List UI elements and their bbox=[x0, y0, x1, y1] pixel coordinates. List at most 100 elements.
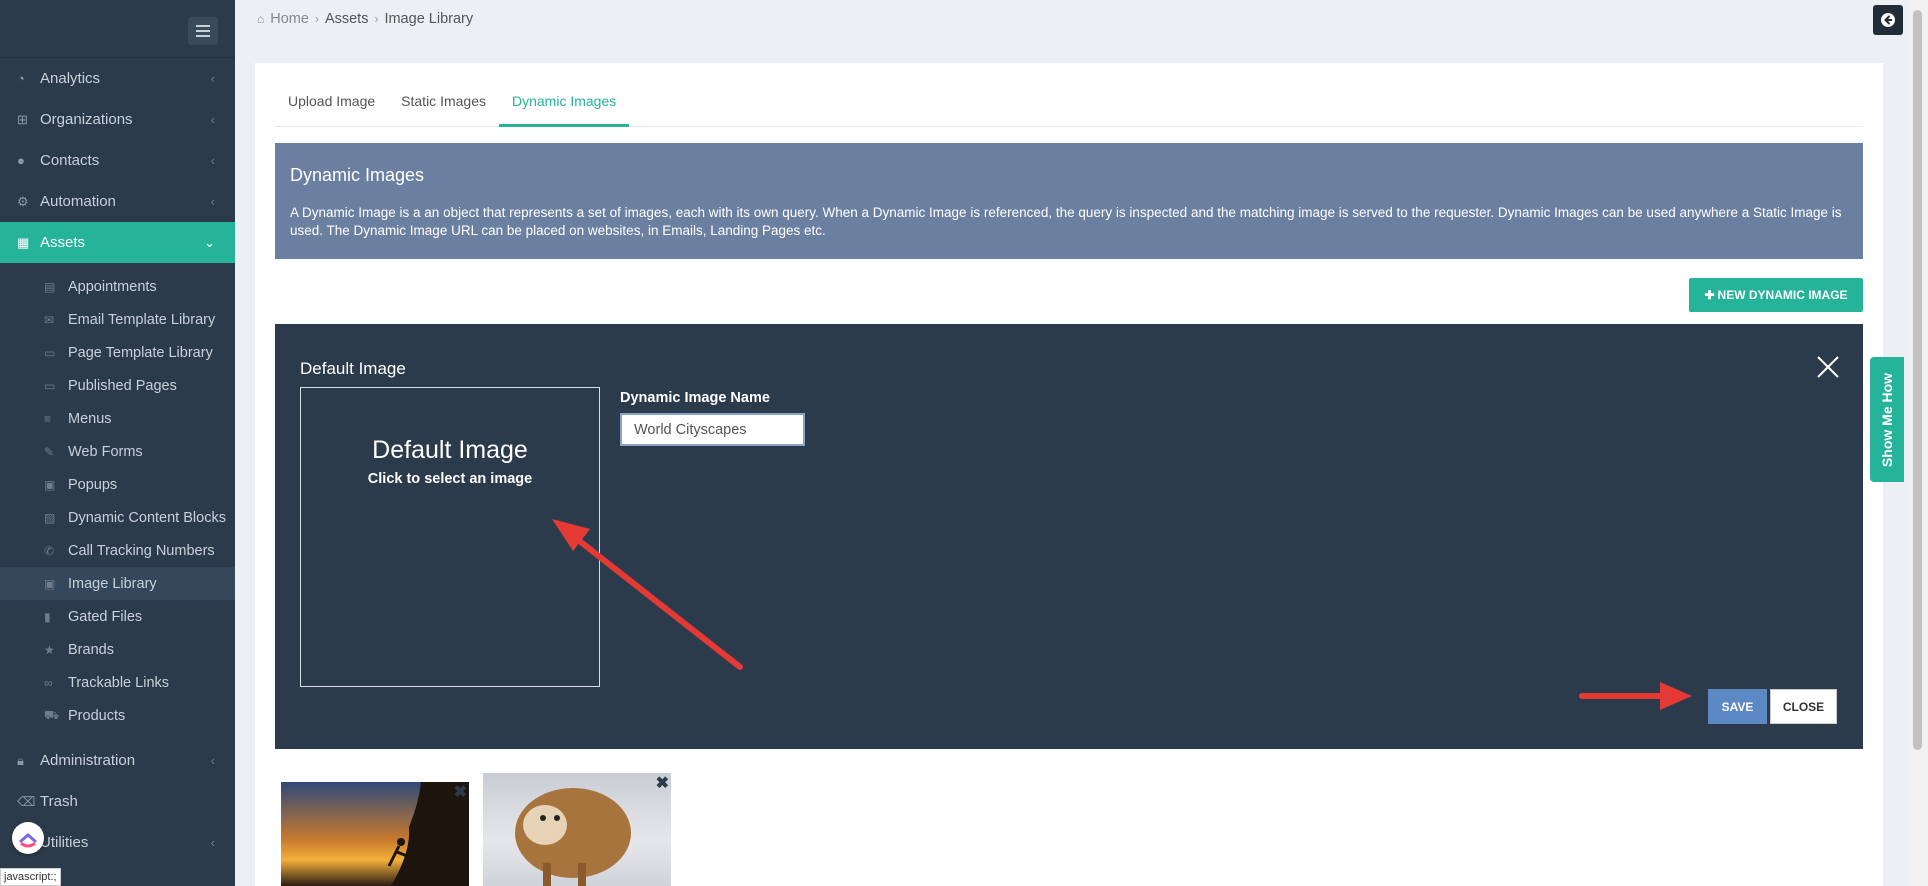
star-icon: ★ bbox=[44, 642, 55, 657]
users-icon: ● bbox=[17, 153, 25, 168]
sidebar-item-label: Administration bbox=[40, 752, 136, 769]
back-circle-icon[interactable] bbox=[1873, 5, 1903, 35]
image-thumbnail[interactable]: ✖ bbox=[483, 773, 671, 886]
sidebar-item-label: Call Tracking Numbers bbox=[68, 542, 215, 559]
info-box: Dynamic Images A Dynamic Image is a an o… bbox=[275, 143, 1863, 259]
breadcrumb-home[interactable]: Home bbox=[270, 11, 309, 27]
page-scrollbar[interactable] bbox=[1908, 0, 1928, 886]
sidebar-item-label: Image Library bbox=[68, 575, 157, 592]
plus-icon: ✚ bbox=[1704, 288, 1715, 302]
sidebar-item-contacts[interactable]: ● Contacts ‹ bbox=[0, 140, 235, 181]
chevron-left-icon: ‹ bbox=[210, 753, 215, 768]
sidebar-item-label: Contacts bbox=[40, 152, 100, 169]
sidebar-item-dynamic-content-blocks[interactable]: ▨ Dynamic Content Blocks bbox=[0, 501, 235, 534]
clickup-logo-icon[interactable] bbox=[12, 822, 44, 854]
lock-icon: 🔒︎ bbox=[17, 752, 24, 768]
sidebar-item-image-library[interactable]: ▣ Image Library bbox=[0, 567, 235, 600]
sidebar-item-analytics[interactable]: ◔ Analytics ‹ bbox=[0, 58, 235, 99]
show-me-how-label: Show Me How bbox=[1879, 372, 1895, 467]
sidebar-item-label: Analytics bbox=[40, 70, 101, 87]
sidebar-item-label: Organizations bbox=[40, 111, 133, 128]
save-button[interactable]: SAVE bbox=[1708, 689, 1767, 724]
tab-bar: Upload Image Static Images Dynamic Image… bbox=[275, 85, 1863, 127]
cart-icon: ⛟ bbox=[44, 707, 60, 722]
sidebar-item-label: Trackable Links bbox=[68, 674, 170, 691]
content-panel: Upload Image Static Images Dynamic Image… bbox=[255, 63, 1883, 886]
sidebar-item-web-forms[interactable]: ✎ Web Forms bbox=[0, 435, 235, 468]
sidebar-item-administration[interactable]: 🔒︎ Administration ‹ bbox=[0, 740, 235, 781]
blocks-icon: ▨ bbox=[44, 510, 56, 525]
sidebar-item-trash[interactable]: ⌫ Trash bbox=[0, 781, 235, 822]
sidebar-item-assets[interactable]: ▦ Assets ⌄ bbox=[0, 222, 235, 263]
sidebar-item-published-pages[interactable]: ▭ Published Pages bbox=[0, 369, 235, 402]
page-icon: ▭ bbox=[44, 345, 56, 360]
sidebar-item-label: Dynamic Content Blocks bbox=[68, 509, 226, 526]
breadcrumb-separator-icon: › bbox=[374, 12, 379, 26]
tab-static-images[interactable]: Static Images bbox=[388, 85, 499, 127]
sidebar-item-organizations[interactable]: ⊞ Organizations ‹ bbox=[0, 99, 235, 140]
sidebar-item-call-tracking-numbers[interactable]: ✆ Call Tracking Numbers bbox=[0, 534, 235, 567]
dropzone-hint: Click to select an image bbox=[367, 471, 533, 487]
status-bar-url: javascript:; bbox=[0, 868, 61, 886]
dynamic-image-name-label: Dynamic Image Name bbox=[620, 390, 770, 406]
dropzone-title: Default Image bbox=[372, 436, 528, 464]
sidebar-item-page-template-library[interactable]: ▭ Page Template Library bbox=[0, 336, 235, 369]
page-icon: ▭ bbox=[44, 378, 56, 393]
show-me-how-tab[interactable]: Show Me How bbox=[1870, 357, 1904, 482]
sidebar-item-brands[interactable]: ★ Brands bbox=[0, 633, 235, 666]
chevron-left-icon: ‹ bbox=[210, 194, 215, 209]
close-button[interactable]: CLOSE bbox=[1770, 689, 1837, 724]
chevron-left-icon: ‹ bbox=[210, 835, 215, 850]
sidebar-item-products[interactable]: ⛟ Products bbox=[0, 699, 235, 732]
sidebar-item-popups[interactable]: ▣ Popups bbox=[0, 468, 235, 501]
chevron-down-icon: ⌄ bbox=[204, 234, 215, 250]
tab-upload-image[interactable]: Upload Image bbox=[275, 85, 388, 127]
calendar-icon: ▤ bbox=[44, 279, 56, 294]
sitemap-icon: ⊞ bbox=[17, 111, 28, 127]
sidebar-item-label: Brands bbox=[68, 641, 114, 658]
sidebar-item-menus[interactable]: ≡ Menus bbox=[0, 402, 235, 435]
list-icon: ≡ bbox=[44, 411, 52, 426]
close-icon[interactable] bbox=[1815, 354, 1841, 380]
sidebar-item-label: Email Template Library bbox=[68, 311, 216, 328]
delete-icon[interactable]: ✖ bbox=[656, 773, 669, 793]
chevron-left-icon: ‹ bbox=[210, 112, 215, 127]
sidebar-item-gated-files[interactable]: ▮ Gated Files bbox=[0, 600, 235, 633]
chevron-left-icon: ‹ bbox=[210, 71, 215, 86]
sidebar-item-label: Appointments bbox=[68, 278, 157, 295]
sidebar-item-label: Trash bbox=[40, 793, 78, 810]
image-thumbnail[interactable]: ✖ bbox=[281, 782, 469, 886]
popup-icon: ▣ bbox=[44, 477, 56, 492]
info-description: A Dynamic Image is a an object that repr… bbox=[290, 205, 1842, 238]
sidebar-item-email-template-library[interactable]: ✉ Email Template Library bbox=[0, 303, 235, 336]
breadcrumb-assets[interactable]: Assets bbox=[325, 11, 369, 27]
sidebar-item-label: Assets bbox=[40, 234, 86, 251]
grid-icon: ▦ bbox=[17, 234, 30, 250]
sidebar: ◔ Analytics ‹ ⊞ Organizations ‹ ● Contac… bbox=[0, 0, 235, 886]
sidebar-item-trackable-links[interactable]: ∞ Trackable Links bbox=[0, 666, 235, 699]
topbar: ⌂ Home › Assets › Image Library bbox=[235, 0, 1928, 40]
chevron-left-icon: ‹ bbox=[210, 153, 215, 168]
sidebar-item-automation[interactable]: ⚙ Automation ‹ bbox=[0, 181, 235, 222]
hamburger-menu-icon[interactable] bbox=[188, 17, 218, 45]
trash-icon: ⌫ bbox=[17, 793, 36, 809]
sidebar-item-label: Automation bbox=[40, 193, 116, 210]
sidebar-item-appointments[interactable]: ▤ Appointments bbox=[0, 270, 235, 303]
default-image-dropzone[interactable]: Default Image Click to select an image bbox=[300, 387, 600, 687]
sidebar-item-label: Page Template Library bbox=[68, 344, 213, 361]
home-icon: ⌂ bbox=[257, 12, 265, 26]
tab-dynamic-images[interactable]: Dynamic Images bbox=[499, 85, 630, 127]
image-icon: ▣ bbox=[44, 576, 56, 591]
sidebar-item-label: Utilities bbox=[40, 834, 89, 851]
editor-title: Default Image bbox=[300, 359, 406, 378]
dynamic-image-name-input[interactable] bbox=[620, 413, 805, 446]
dynamic-image-editor: Default Image Default Image Click to sel… bbox=[275, 324, 1863, 749]
file-icon: ▮ bbox=[44, 609, 51, 624]
info-title: Dynamic Images bbox=[290, 165, 425, 185]
envelope-icon: ✉ bbox=[44, 312, 55, 327]
link-icon: ∞ bbox=[44, 675, 53, 690]
sidebar-item-label: Gated Files bbox=[68, 608, 143, 625]
delete-icon[interactable]: ✖ bbox=[454, 782, 467, 802]
new-dynamic-image-button[interactable]: ✚ NEW DYNAMIC IMAGE bbox=[1689, 278, 1863, 312]
scrollbar-thumb[interactable] bbox=[1913, 10, 1922, 750]
